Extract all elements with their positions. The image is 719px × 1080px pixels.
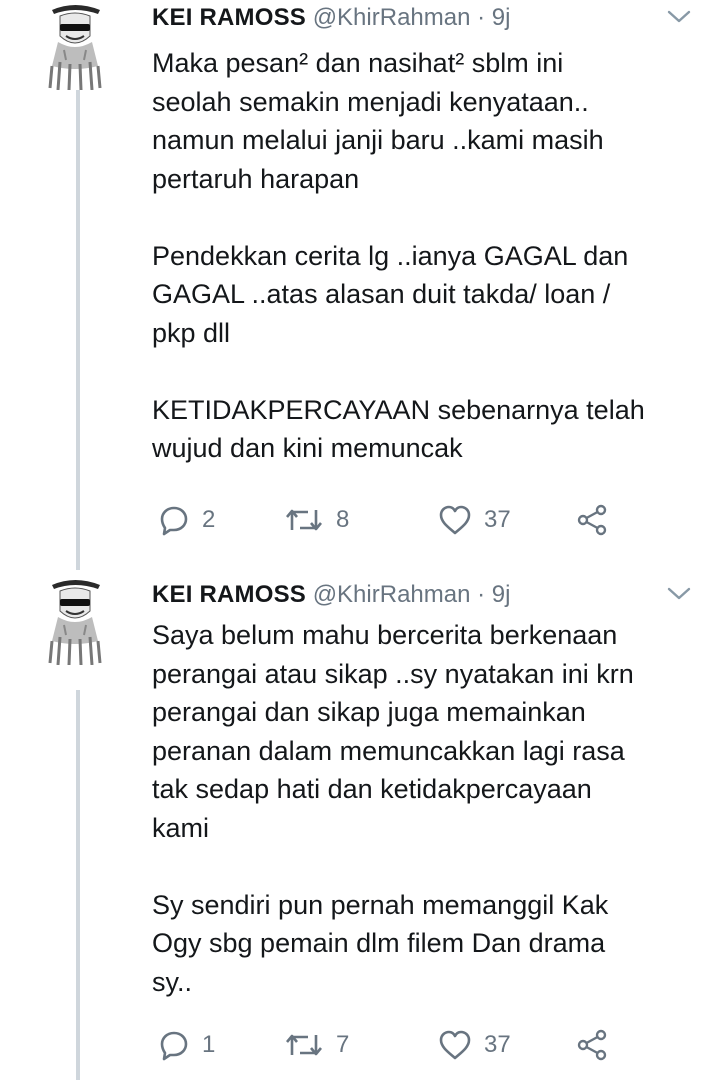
reply-button[interactable]: 2 xyxy=(158,500,215,540)
tweet-actions: 1 7 37 xyxy=(152,1025,632,1065)
separator-dot: · xyxy=(477,581,486,608)
like-button[interactable]: 37 xyxy=(438,500,511,540)
tweet-text: Saya belum mahu bercerita berkenaan pera… xyxy=(152,616,697,1001)
retweet-icon xyxy=(284,504,324,536)
reply-icon xyxy=(158,504,190,536)
retweet-count: 8 xyxy=(336,506,350,533)
avatar[interactable] xyxy=(44,2,106,90)
chevron-down-icon[interactable] xyxy=(665,583,693,605)
avatar-image xyxy=(44,577,106,665)
avatar-image xyxy=(44,2,106,90)
like-count: 37 xyxy=(484,506,511,533)
chevron-down-icon[interactable] xyxy=(665,6,693,28)
separator-dot: · xyxy=(477,4,486,31)
tweet-header: KEI RAMOSS @KhirRahman · 9j xyxy=(152,4,699,38)
tweet-2[interactable]: KEI RAMOSS @KhirRahman · 9j Saya belum m… xyxy=(0,575,719,1080)
tweet-paragraph: Pendekkan cerita lg ..ianya GAGAL dan GA… xyxy=(152,240,629,348)
tweet-paragraph: KETIDAKPERCAYAAN sebenarnya telah wujud … xyxy=(152,394,645,464)
retweet-icon xyxy=(284,1029,324,1061)
tweet-actions: 2 8 37 xyxy=(152,500,632,540)
user-handle[interactable]: @KhirRahman xyxy=(313,581,471,608)
tweet-paragraph: Sy sendiri pun pernah memanggil Kak Ogy … xyxy=(152,889,609,997)
tweet-header: KEI RAMOSS @KhirRahman · 9j xyxy=(152,581,699,615)
share-icon xyxy=(576,504,608,536)
like-button[interactable]: 37 xyxy=(438,1025,511,1065)
display-name[interactable]: KEI RAMOSS xyxy=(152,581,306,608)
retweet-count: 7 xyxy=(336,1031,350,1058)
reply-count: 1 xyxy=(202,1031,216,1058)
timestamp[interactable]: 9j xyxy=(492,581,511,608)
reply-count: 2 xyxy=(202,506,216,533)
display-name[interactable]: KEI RAMOSS xyxy=(152,4,306,31)
share-button[interactable] xyxy=(576,500,608,540)
like-icon xyxy=(438,1029,472,1061)
share-icon xyxy=(576,1029,608,1061)
user-handle[interactable]: @KhirRahman xyxy=(313,4,471,31)
like-icon xyxy=(438,504,472,536)
tweet-paragraph: Maka pesan² dan nasihat² sblm ini seolah… xyxy=(152,48,604,194)
avatar[interactable] xyxy=(44,577,106,665)
reply-button[interactable]: 1 xyxy=(158,1025,215,1065)
timestamp[interactable]: 9j xyxy=(492,4,511,31)
retweet-button[interactable]: 8 xyxy=(284,500,349,540)
like-count: 37 xyxy=(484,1031,511,1058)
tweet-1[interactable]: KEI RAMOSS @KhirRahman · 9j Maka pesan² … xyxy=(0,0,719,560)
tweet-paragraph: Saya belum mahu bercerita berkenaan pera… xyxy=(152,620,634,843)
tweet-text: Maka pesan² dan nasihat² sblm ini seolah… xyxy=(152,44,697,468)
retweet-button[interactable]: 7 xyxy=(284,1025,349,1065)
reply-icon xyxy=(158,1029,190,1061)
share-button[interactable] xyxy=(576,1025,608,1065)
